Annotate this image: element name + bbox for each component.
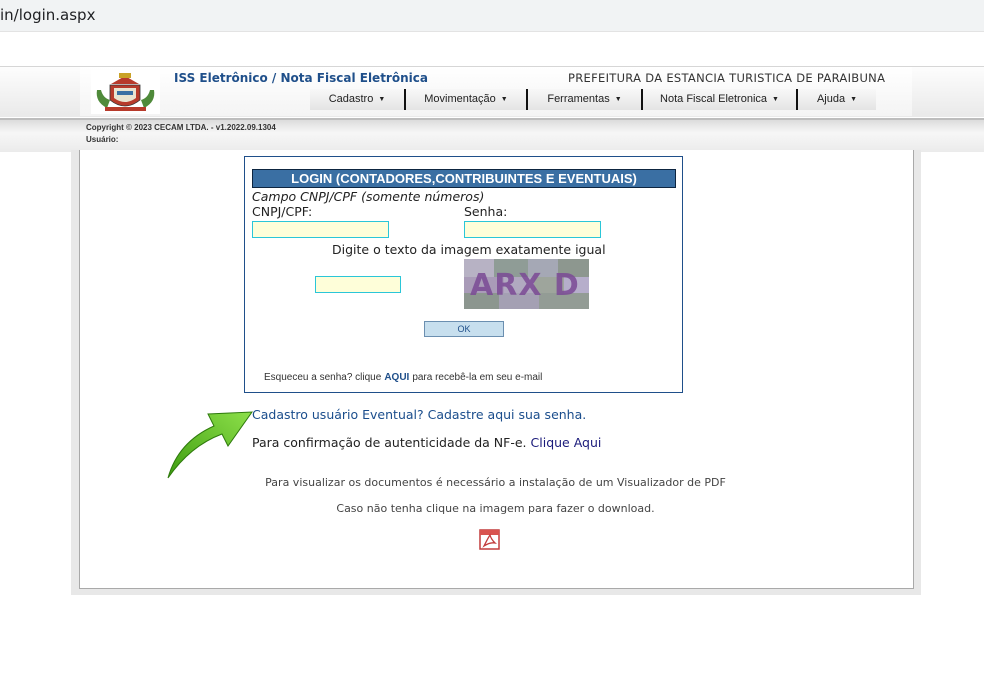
- caret-down-icon: ▼: [772, 96, 779, 103]
- caret-down-icon: ▼: [850, 96, 858, 103]
- senha-label: Senha:: [464, 204, 508, 219]
- menu-movimentacao[interactable]: Movimentação ▼: [406, 89, 528, 110]
- caret-down-icon: ▼: [500, 96, 508, 103]
- prefeitura-name: PREFEITURA DA ESTANCIA TURISTICA DE PARA…: [568, 71, 886, 85]
- pdf-download-icon[interactable]: [479, 529, 500, 550]
- ok-button[interactable]: OK: [424, 321, 504, 337]
- main-menu: Cadastro ▼ Movimentação ▼ Ferramentas ▼ Not…: [310, 89, 876, 110]
- menu-ferramentas[interactable]: Ferramentas ▼: [528, 89, 643, 110]
- captcha-input[interactable]: [315, 276, 401, 293]
- captcha-label: Digite o texto da imagem exatamente igua…: [332, 242, 606, 257]
- cadastro-eventual-link[interactable]: Cadastro usuário Eventual? Cadastre aqui…: [252, 407, 586, 422]
- forgot-password: Esqueceu a senha? clique AQUI para recebê-…: [264, 372, 542, 383]
- confirm-clique-aqui-link[interactable]: Clique Aqui: [531, 435, 602, 450]
- pdf-info-line1: Para visualizar os documentos é necessár…: [265, 476, 726, 489]
- forgot-aqui-link[interactable]: AQUI: [384, 372, 409, 383]
- confirm-prefix: Para confirmação de autenticidade da NF-…: [252, 435, 527, 450]
- captcha-text: ARX D: [470, 268, 580, 303]
- senha-input[interactable]: [464, 221, 601, 238]
- usuario-label: Usuário:: [86, 135, 119, 144]
- caret-down-icon: ▼: [614, 96, 622, 103]
- copyright-text: Copyright © 2023 CECAM LTDA. - v1.2022.0…: [86, 123, 276, 132]
- url-text[interactable]: in/login.aspx: [0, 6, 95, 24]
- cnpj-hint: Campo CNPJ/CPF (somente números): [252, 189, 485, 204]
- menu-ajuda[interactable]: Ajuda ▼: [798, 89, 876, 110]
- menu-cadastro[interactable]: Cadastro ▼: [310, 89, 406, 110]
- city-logo: [91, 70, 160, 114]
- copyright: Copyright © 2023 CECAM LTDA. - v1.2022.0…: [86, 122, 276, 146]
- confirm-line: Para confirmação de autenticidade da NF-…: [252, 435, 601, 450]
- app-title: ISS Eletrônico / Nota Fiscal Eletrônica: [174, 71, 428, 85]
- menu-nota-fiscal[interactable]: Nota Fiscal Eletronica ▼: [643, 89, 798, 110]
- browser-address-bar[interactable]: in/login.aspx: [0, 0, 984, 32]
- forgot-prefix: Esqueceu a senha? clique: [264, 372, 382, 383]
- captcha-image: ARX D: [464, 259, 589, 309]
- green-arrow-icon: [167, 411, 253, 479]
- caret-down-icon: ▼: [378, 96, 386, 103]
- cnpj-input[interactable]: [252, 221, 389, 238]
- login-title: LOGIN (CONTADORES,CONTRIBUINTES E EVENTU…: [252, 169, 676, 188]
- cnpj-label: CNPJ/CPF:: [252, 204, 313, 219]
- forgot-suffix: para recebê-la em seu e-mail: [412, 372, 543, 383]
- pdf-info-line2: Caso não tenha clique na imagem para faz…: [336, 502, 655, 515]
